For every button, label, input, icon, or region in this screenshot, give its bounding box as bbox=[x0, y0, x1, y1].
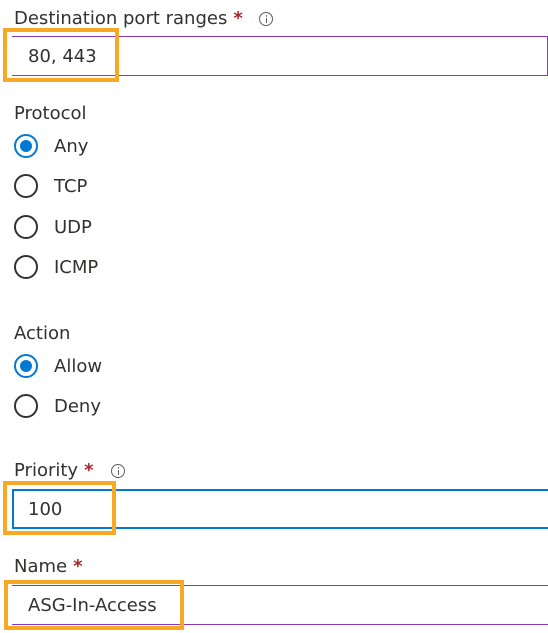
radio-label: TCP bbox=[54, 175, 88, 197]
name-input[interactable] bbox=[12, 586, 548, 624]
required-star: * bbox=[73, 556, 83, 577]
dest-ports-label-text: Destination port ranges bbox=[14, 8, 228, 29]
priority-label-text: Priority bbox=[14, 460, 79, 481]
radio-circle[interactable] bbox=[14, 394, 38, 418]
radio-action-allow[interactable]: Allow bbox=[14, 352, 102, 380]
dest-ports-label: Destination port ranges * bbox=[14, 8, 243, 30]
dest-ports-field[interactable] bbox=[12, 36, 548, 76]
radio-circle[interactable] bbox=[14, 255, 38, 279]
dest-ports-input[interactable] bbox=[12, 37, 547, 75]
radio-circle[interactable] bbox=[14, 174, 38, 198]
radio-label: Deny bbox=[54, 395, 101, 417]
action-label: Action bbox=[14, 323, 71, 344]
radio-action-deny[interactable]: Deny bbox=[14, 392, 101, 420]
radio-protocol-udp[interactable]: UDP bbox=[14, 213, 92, 241]
required-star: * bbox=[84, 460, 94, 481]
priority-field[interactable] bbox=[12, 489, 548, 529]
radio-label: ICMP bbox=[54, 256, 99, 278]
radio-protocol-icmp[interactable]: ICMP bbox=[14, 253, 98, 281]
priority-input[interactable] bbox=[14, 491, 548, 527]
radio-label: Any bbox=[54, 135, 89, 157]
name-label-text: Name bbox=[14, 556, 68, 577]
name-field[interactable] bbox=[12, 585, 548, 625]
radio-protocol-tcp[interactable]: TCP bbox=[14, 172, 87, 200]
radio-circle[interactable] bbox=[14, 215, 38, 239]
protocol-label: Protocol bbox=[14, 103, 87, 124]
radio-protocol-any[interactable]: Any bbox=[14, 132, 88, 160]
name-label: Name * bbox=[14, 556, 83, 578]
info-icon[interactable] bbox=[259, 12, 273, 26]
priority-label: Priority * bbox=[14, 460, 94, 482]
radio-circle[interactable] bbox=[14, 134, 38, 158]
radio-circle[interactable] bbox=[14, 354, 38, 378]
required-star: * bbox=[233, 8, 243, 29]
radio-label: UDP bbox=[54, 216, 92, 238]
info-icon[interactable] bbox=[111, 464, 125, 478]
radio-label: Allow bbox=[54, 355, 103, 377]
